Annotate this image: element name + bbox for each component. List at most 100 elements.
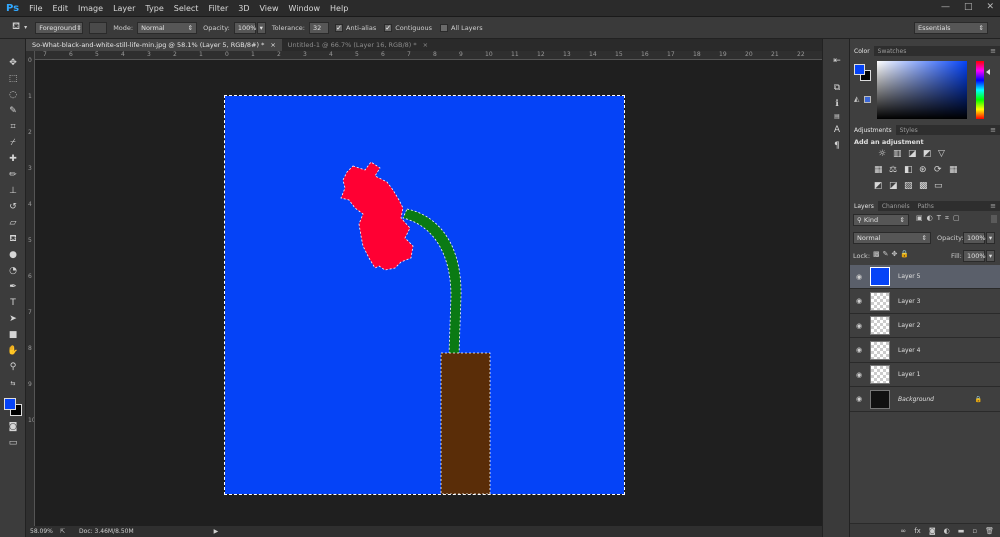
swap-colors-icon[interactable]: ⇆ bbox=[5, 376, 21, 390]
brush-tool-icon[interactable]: ✏ bbox=[5, 168, 21, 182]
adjustment-preset-icon[interactable]: ⊛ bbox=[919, 165, 927, 175]
adjustment-preset-icon[interactable]: ▩ bbox=[919, 181, 928, 191]
panel-menu-icon[interactable]: ≡ bbox=[990, 126, 996, 134]
mask-icon[interactable]: ◙ bbox=[929, 527, 936, 535]
brush-panel-icon[interactable]: ▤ bbox=[829, 109, 845, 123]
pen-tool-icon[interactable]: ✒ bbox=[5, 280, 21, 294]
layer-row[interactable]: ◉ Layer 5 bbox=[850, 265, 1000, 289]
type-tool-icon[interactable]: T bbox=[5, 296, 21, 310]
blur-tool-icon[interactable]: ● bbox=[5, 248, 21, 262]
adjustment-preset-icon[interactable]: ◪ bbox=[889, 181, 898, 191]
character-panel-icon[interactable]: A bbox=[829, 123, 845, 137]
layer-opacity-field[interactable]: 100% bbox=[963, 232, 986, 244]
layer-row[interactable]: ◉ Layer 1 bbox=[850, 363, 1000, 387]
filter-toggle[interactable] bbox=[991, 215, 997, 223]
document-canvas[interactable] bbox=[224, 95, 625, 495]
adjustment-preset-icon[interactable]: ▨ bbox=[904, 181, 913, 191]
trash-icon[interactable]: 🗑 bbox=[985, 527, 994, 535]
tab-document-1[interactable]: So-What-black-and-white-still-life-min.j… bbox=[26, 39, 282, 51]
tolerance-field[interactable]: 32 bbox=[309, 21, 329, 34]
marquee-tool-icon[interactable]: ⬚ bbox=[5, 72, 21, 86]
menu-type[interactable]: Type bbox=[145, 4, 163, 13]
paint-bucket-icon[interactable]: ⛾ bbox=[12, 21, 20, 34]
fx-icon[interactable]: fx bbox=[914, 527, 921, 535]
layer-filter-kind[interactable]: ⚲ Kind ⇕ bbox=[853, 214, 909, 226]
clone-stamp-tool-icon[interactable]: ⊥ bbox=[5, 184, 21, 198]
status-menu-arrow[interactable]: ▶ bbox=[214, 528, 219, 535]
hue-slider-handle[interactable] bbox=[986, 69, 990, 75]
layer-fill-field[interactable]: 100% bbox=[963, 250, 986, 262]
eyedropper-tool-icon[interactable]: ⌿ bbox=[5, 136, 21, 150]
visibility-eye-icon[interactable]: ◉ bbox=[850, 297, 868, 305]
tab-adjustments[interactable]: Adjustments bbox=[850, 125, 896, 135]
folder-icon[interactable]: ▬ bbox=[958, 527, 965, 535]
color-panel-foreground-swatch[interactable] bbox=[854, 64, 865, 75]
move-tool-icon[interactable]: ✥ bbox=[5, 56, 21, 70]
visibility-eye-icon[interactable]: ◉ bbox=[850, 395, 868, 403]
tab-styles[interactable]: Styles bbox=[896, 125, 922, 135]
opacity-field[interactable]: 100% bbox=[233, 21, 256, 34]
layer-row[interactable]: ◉ Layer 2 bbox=[850, 314, 1000, 338]
visibility-eye-icon[interactable]: ◉ bbox=[850, 273, 868, 281]
maximize-button[interactable]: □ bbox=[964, 2, 973, 12]
history-panel-icon[interactable]: ⇤ bbox=[829, 54, 845, 68]
tab-channels[interactable]: Channels bbox=[878, 201, 914, 211]
lasso-tool-icon[interactable]: ◌ bbox=[5, 88, 21, 102]
crop-tool-icon[interactable]: ⌗ bbox=[5, 120, 21, 134]
adjustment-preset-icon[interactable]: ◧ bbox=[904, 165, 913, 175]
layer-fill-slider[interactable]: ▾ bbox=[986, 250, 995, 262]
adjustment-icon[interactable]: ◐ bbox=[944, 527, 950, 535]
eraser-tool-icon[interactable]: ▱ bbox=[5, 216, 21, 230]
layer-opacity-slider[interactable]: ▾ bbox=[986, 232, 995, 244]
blend-mode-select[interactable]: Normal ⇕ bbox=[853, 232, 931, 244]
layer-row[interactable]: ◉ Layer 4 bbox=[850, 339, 1000, 363]
menu-file[interactable]: File bbox=[29, 4, 42, 13]
tab-document-2[interactable]: Untitled-1 @ 66.7% (Layer 16, RGB/8) * × bbox=[282, 39, 434, 51]
adjustment-preset-icon[interactable]: ◩ bbox=[923, 149, 932, 159]
color-field[interactable] bbox=[877, 61, 967, 119]
menu-3d[interactable]: 3D bbox=[238, 4, 249, 13]
menu-layer[interactable]: Layer bbox=[113, 4, 135, 13]
menu-help[interactable]: Help bbox=[330, 4, 348, 13]
adjustment-preset-icon[interactable]: ▥ bbox=[893, 149, 902, 159]
menu-window[interactable]: Window bbox=[288, 4, 320, 13]
fill-source-select[interactable]: Foreground ⇕ bbox=[35, 21, 84, 34]
quick-selection-tool-icon[interactable]: ✎ bbox=[5, 104, 21, 118]
adjustment-preset-icon[interactable]: ⚖ bbox=[889, 165, 897, 175]
new-layer-icon[interactable]: ▫ bbox=[972, 527, 977, 535]
workspace-select[interactable]: Essentials ⇕ bbox=[914, 21, 988, 34]
menu-select[interactable]: Select bbox=[174, 4, 199, 13]
rectangle-tool-icon[interactable]: ■ bbox=[5, 328, 21, 342]
paint-bucket-tool-icon[interactable]: ⛾ bbox=[5, 232, 21, 246]
link-icon[interactable]: ∞ bbox=[900, 527, 906, 535]
minimize-button[interactable]: — bbox=[941, 2, 950, 12]
quick-mask-icon[interactable]: ◙ bbox=[5, 420, 21, 434]
hue-slider[interactable] bbox=[976, 61, 984, 119]
pattern-picker[interactable] bbox=[89, 21, 108, 34]
adjustment-preset-icon[interactable]: ▦ bbox=[874, 165, 883, 175]
tab-layers[interactable]: Layers bbox=[850, 201, 878, 211]
foreground-color-swatch[interactable] bbox=[4, 398, 16, 410]
contiguous-checkbox[interactable]: ✓ bbox=[384, 23, 393, 32]
adjustment-preset-icon[interactable]: ◩ bbox=[874, 181, 883, 191]
healing-brush-tool-icon[interactable]: ✚ bbox=[5, 152, 21, 166]
adjustment-preset-icon[interactable]: ⟳ bbox=[934, 165, 942, 175]
close-button[interactable]: ✕ bbox=[986, 2, 994, 12]
tab-color[interactable]: Color bbox=[850, 46, 874, 56]
properties-panel-icon[interactable]: ⧉ bbox=[829, 81, 845, 95]
tab-paths[interactable]: Paths bbox=[914, 201, 938, 211]
menu-filter[interactable]: Filter bbox=[208, 4, 228, 13]
panel-menu-icon[interactable]: ≡ bbox=[990, 47, 996, 55]
opacity-slider-button[interactable]: ▾ bbox=[256, 21, 266, 34]
antialias-checkbox[interactable]: ✓ bbox=[335, 23, 343, 32]
panel-menu-icon[interactable]: ≡ bbox=[990, 202, 996, 210]
dodge-tool-icon[interactable]: ◔ bbox=[5, 264, 21, 278]
adjustment-preset-icon[interactable]: ▭ bbox=[934, 181, 943, 191]
hand-tool-icon[interactable]: ✋ bbox=[5, 344, 21, 358]
visibility-eye-icon[interactable]: ◉ bbox=[850, 346, 868, 354]
paragraph-panel-icon[interactable]: ¶ bbox=[829, 139, 845, 153]
zoom-level[interactable]: 58.09% bbox=[30, 528, 58, 535]
path-selection-tool-icon[interactable]: ➤ bbox=[5, 312, 21, 326]
adjustment-preset-icon[interactable]: ☼ bbox=[878, 149, 886, 159]
menu-edit[interactable]: Edit bbox=[53, 4, 69, 13]
